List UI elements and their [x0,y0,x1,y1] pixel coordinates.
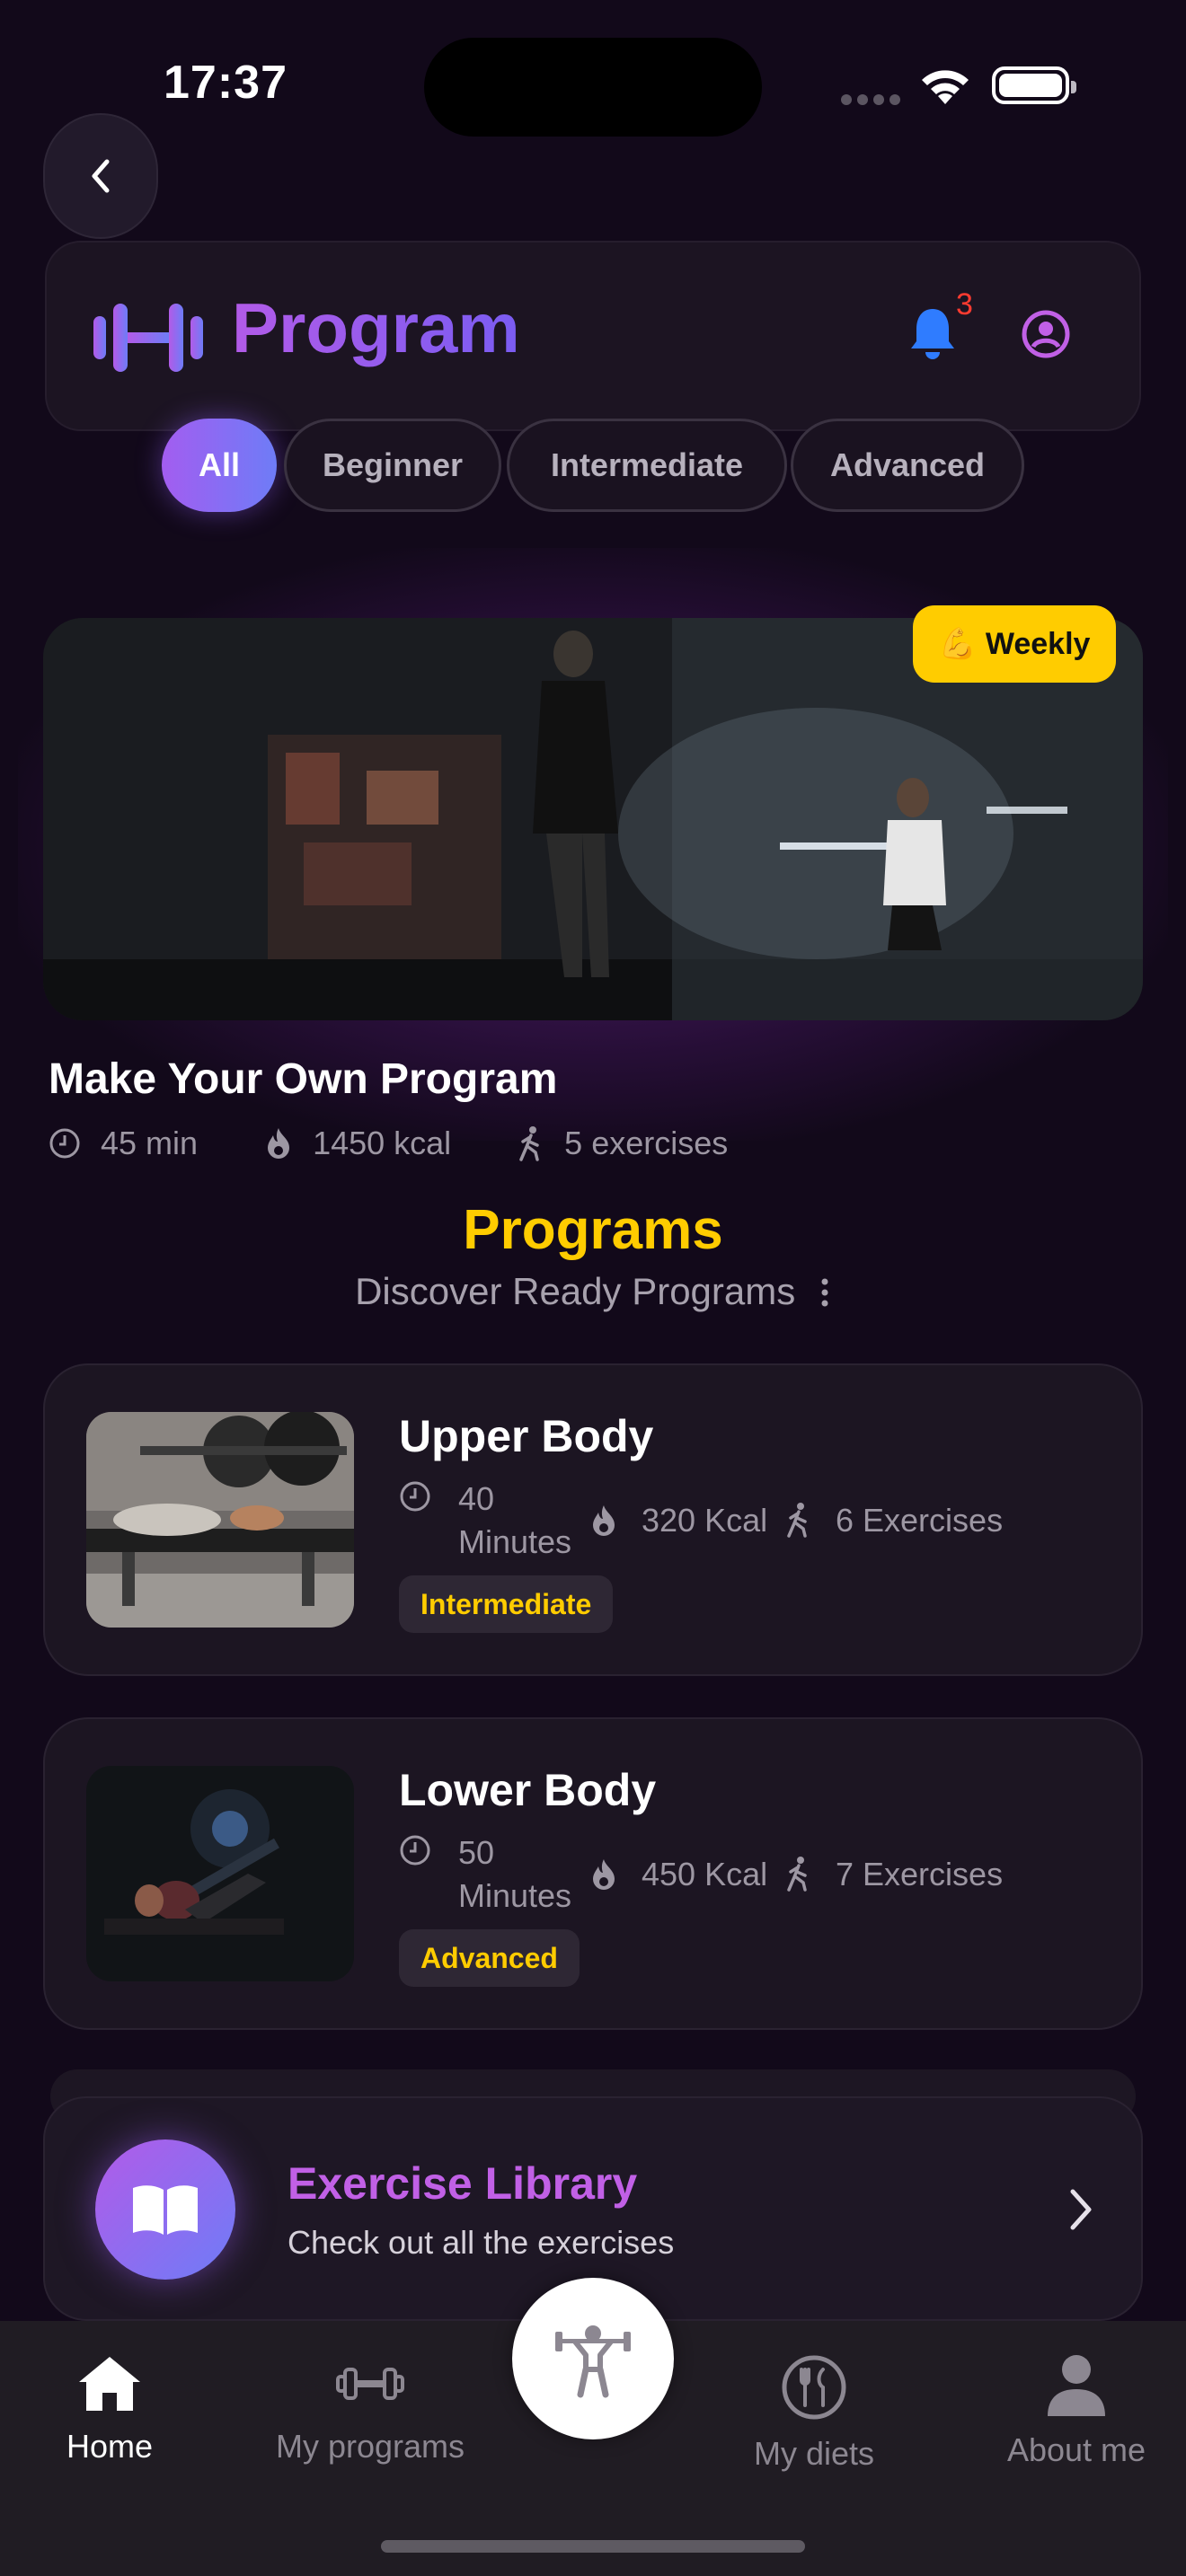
flexed-biceps-icon: 💪 [938,627,977,661]
flame-icon [268,1128,290,1159]
clock-icon [49,1128,80,1159]
walking-person-icon [519,1126,539,1161]
clock-icon [399,1480,431,1517]
notification-bell-icon[interactable] [907,305,958,367]
status-time: 17:37 [164,57,288,109]
cellular-signal-icon [841,93,906,110]
tab-about-me-label: About me [1006,2431,1146,2468]
program-level-badge: Advanced [399,1929,580,1987]
tab-about-me[interactable]: About me [969,2353,1184,2469]
program-exercises: 6 Exercises [836,1502,1004,1539]
home-icon [79,2357,140,2411]
exercise-library-title: Exercise Library [288,2158,638,2209]
exercise-library-subtitle: Check out all the exercises [288,2224,675,2261]
programs-section-title: Programs [463,1199,723,1261]
programs-subtitle-text: Discover Ready Programs [355,1270,796,1312]
program-level-badge: Intermediate [399,1575,614,1633]
chevron-left-icon [92,159,110,193]
dumbbell-logo-icon [93,302,203,378]
page-title: Program [232,293,520,372]
weightlifter-icon [555,2325,631,2398]
weekly-badge: 💪 Weekly [913,605,1116,683]
program-duration-value: 50 [458,1834,495,1871]
program-duration-unit: Minutes [458,1877,572,1914]
back-button[interactable] [43,113,158,239]
tab-home[interactable]: Home [2,2353,217,2466]
filter-chip-beginner[interactable]: Beginner [284,419,501,512]
featured-program-meta: 45 min 1450 kcal 5 exercises [49,1125,728,1162]
profile-icon[interactable] [1021,309,1071,364]
featured-program-title[interactable]: Make Your Own Program [49,1054,557,1104]
clock-icon [399,1834,431,1871]
battery-icon [992,66,1076,104]
dumbbell-icon [336,2368,404,2400]
weekly-badge-label: Weekly [985,626,1091,661]
featured-duration: 45 min [101,1125,199,1161]
chevron-right-icon[interactable] [1066,2186,1096,2237]
featured-exercises: 5 exercises [564,1125,729,1161]
walking-person-icon [785,1856,812,1896]
program-title: Upper Body [399,1411,654,1461]
more-vertical-icon[interactable] [819,1277,831,1308]
program-thumbnail [86,1766,354,1981]
wifi-icon [918,65,972,110]
flame-icon [589,1504,618,1542]
utensils-icon [782,2355,846,2420]
tab-home-label: Home [66,2428,154,2465]
programs-section-subtitle[interactable]: Discover Ready Programs [0,1270,1186,1313]
person-icon [1048,2355,1105,2416]
program-exercises: 7 Exercises [836,1856,1004,1892]
tab-my-diets-label: My diets [753,2435,875,2472]
filter-chip-intermediate[interactable]: Intermediate [507,419,787,512]
program-calories: 450 Kcal [642,1856,768,1892]
featured-calories: 1450 kcal [313,1125,452,1161]
program-calories: 320 Kcal [642,1502,768,1539]
tab-my-diets[interactable]: My diets [706,2353,922,2473]
tab-my-programs-label: My programs [275,2428,465,2465]
workout-fab-button[interactable] [512,2278,674,2439]
program-thumbnail [86,1412,354,1628]
tab-my-programs[interactable]: My programs [262,2353,478,2466]
program-duration-unit: Minutes [458,1523,572,1560]
walking-person-icon [785,1502,812,1542]
header-card [45,241,1141,431]
dynamic-island [424,38,762,137]
program-title: Lower Body [399,1765,657,1815]
flame-icon [589,1857,618,1896]
filter-chip-all[interactable]: All [162,419,277,512]
book-icon [95,2139,235,2280]
filter-chip-advanced[interactable]: Advanced [791,419,1024,512]
home-indicator [381,2540,805,2553]
program-duration-value: 40 [458,1480,495,1517]
notification-badge: 3 [956,287,973,322]
